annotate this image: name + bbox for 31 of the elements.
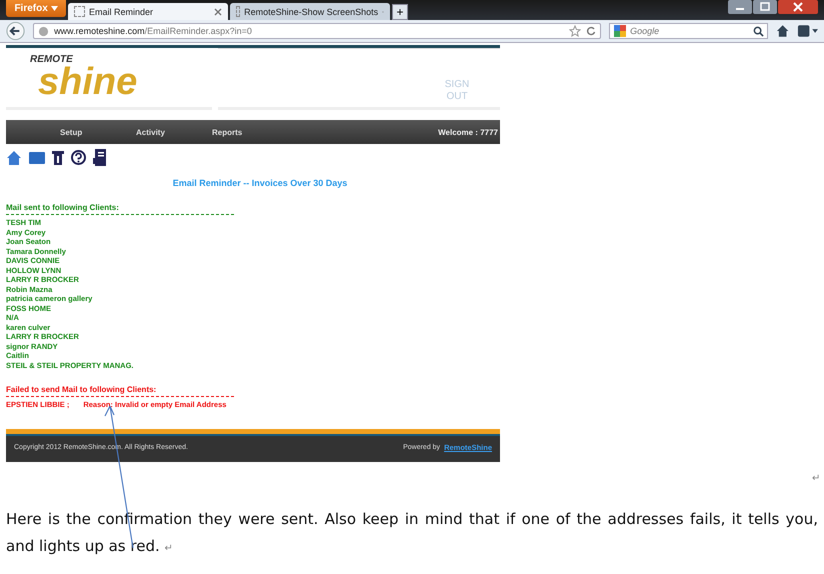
- paragraph-mark: ↵: [164, 542, 173, 554]
- logo: REMOTE shine: [6, 48, 212, 110]
- section-heading: Mail sent to following Clients:: [6, 203, 234, 215]
- minimize-icon[interactable]: [728, 0, 752, 14]
- nav-item[interactable]: Activity: [136, 128, 212, 136]
- google-icon: [613, 24, 628, 38]
- close-icon[interactable]: [214, 8, 222, 16]
- section-heading: Failed to send Mail to following Clients:: [6, 385, 234, 397]
- bookmark-menu-icon[interactable]: [797, 24, 818, 38]
- back-icon[interactable]: [6, 21, 26, 41]
- browser-tab[interactable]: Email Reminder: [68, 3, 228, 20]
- new-tab-button[interactable]: +: [392, 4, 408, 20]
- home-icon[interactable]: [776, 24, 790, 38]
- notebook-icon[interactable]: [93, 149, 106, 166]
- nav-item[interactable]: Reports: [212, 128, 288, 136]
- search-icon[interactable]: [752, 26, 764, 36]
- paragraph-mark: ↵: [812, 472, 820, 484]
- page-heading: Email Reminder -- Invoices Over 30 Days: [172, 178, 348, 188]
- house-icon[interactable]: [6, 150, 22, 166]
- help-icon[interactable]: [71, 150, 86, 165]
- close-icon[interactable]: [778, 0, 818, 14]
- nav-item[interactable]: Setup: [60, 128, 136, 136]
- globe-icon: [38, 26, 50, 36]
- restore-icon[interactable]: [753, 0, 777, 14]
- browser-tab[interactable]: RemoteShine-Show ScreenShots: [230, 3, 390, 20]
- welcome-text: Welcome : 7777: [438, 128, 498, 136]
- reload-icon[interactable]: [586, 26, 596, 36]
- address-field[interactable]: www.remoteshine.com/EmailReminder.aspx?in=0: [33, 23, 602, 39]
- search-field[interactable]: Google: [609, 23, 768, 39]
- caret-icon: [50, 6, 58, 11]
- star-icon[interactable]: [569, 25, 582, 37]
